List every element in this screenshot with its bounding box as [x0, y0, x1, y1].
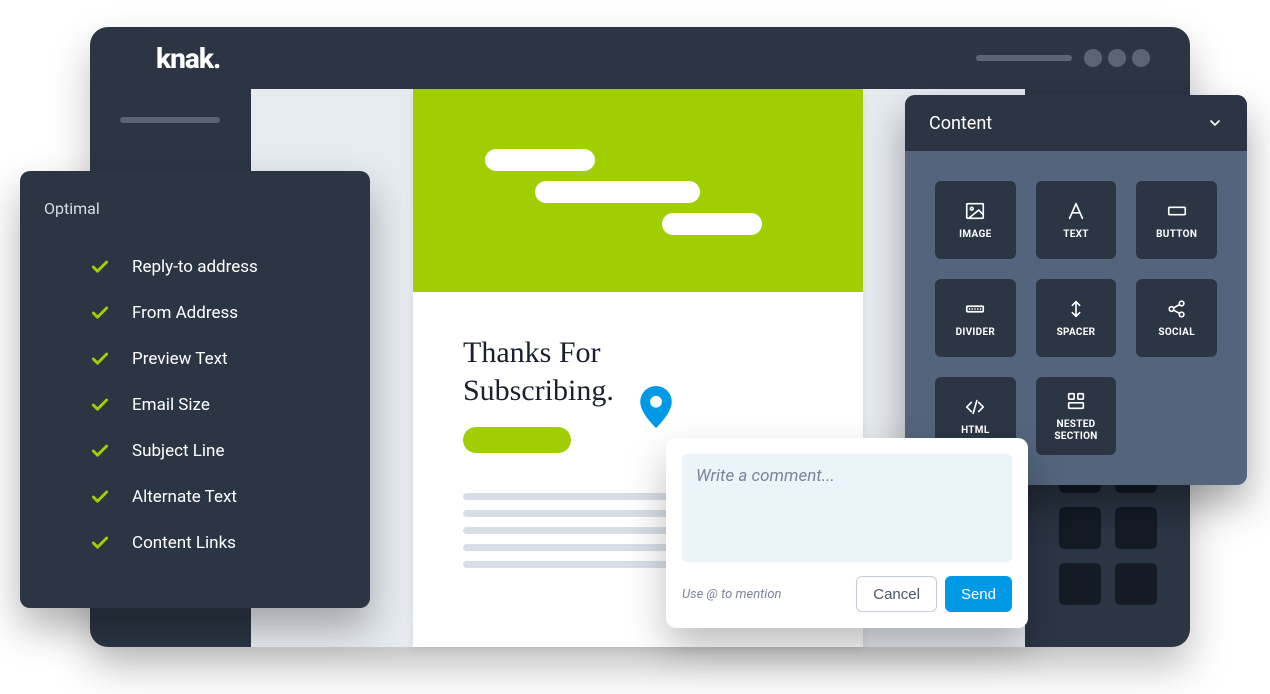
- content-panel: Content IMAGE TEXT BUTTON DIVIDER SPACER…: [905, 95, 1247, 485]
- checklist-label: From Address: [132, 303, 238, 323]
- hero-text-placeholder: [485, 149, 595, 171]
- chevron-down-icon: [1207, 115, 1223, 131]
- tile-label: IMAGE: [959, 229, 991, 241]
- checklist-item-subject-line[interactable]: Subject Line: [44, 428, 350, 474]
- social-icon: [1166, 298, 1188, 320]
- tile-label: SPACER: [1057, 327, 1096, 339]
- builder-box[interactable]: [1115, 507, 1157, 549]
- content-tile-divider[interactable]: DIVIDER: [935, 279, 1016, 357]
- email-hero: [413, 89, 863, 292]
- builder-box[interactable]: [1059, 563, 1101, 605]
- check-icon: [90, 487, 110, 507]
- check-icon: [90, 441, 110, 461]
- checklist-label: Content Links: [132, 533, 236, 553]
- checklist-label: Alternate Text: [132, 487, 237, 507]
- content-tile-spacer[interactable]: SPACER: [1036, 279, 1117, 357]
- check-icon: [90, 257, 110, 277]
- window-dot[interactable]: [1108, 49, 1126, 67]
- header-right: [976, 49, 1150, 67]
- email-heading-line1: Thanks For: [463, 336, 601, 369]
- hero-text-placeholder: [535, 181, 700, 203]
- tile-label: BUTTON: [1156, 229, 1197, 241]
- checklist-item-content-links[interactable]: Content Links: [44, 520, 350, 566]
- content-tile-image[interactable]: IMAGE: [935, 181, 1016, 259]
- builder-box[interactable]: [1115, 563, 1157, 605]
- check-icon: [90, 533, 110, 553]
- window-dot[interactable]: [1132, 49, 1150, 67]
- check-icon: [90, 303, 110, 323]
- comment-pin-icon[interactable]: [640, 386, 672, 428]
- tile-label: SOCIAL: [1158, 327, 1195, 339]
- brand-logo: knak.: [156, 42, 220, 75]
- tile-label: DIVIDER: [956, 327, 996, 339]
- content-tile-nested-section[interactable]: NESTED SECTION: [1036, 377, 1117, 455]
- sidebar-placeholder: [120, 117, 220, 123]
- tile-label: HTML: [961, 425, 989, 437]
- header-placeholder-line: [976, 55, 1072, 61]
- checklist-item-reply-to[interactable]: Reply-to address: [44, 244, 350, 290]
- body-line: [463, 561, 680, 568]
- checklist-item-preview-text[interactable]: Preview Text: [44, 336, 350, 382]
- content-panel-title: Content: [929, 113, 992, 134]
- optimal-panel: Optimal Reply-to address From Address Pr…: [20, 171, 370, 608]
- email-heading[interactable]: Thanks For Subscribing.: [463, 334, 813, 409]
- button-icon: [1166, 200, 1188, 222]
- spacer-icon: [1065, 298, 1087, 320]
- divider-icon: [964, 298, 986, 320]
- checklist-item-from-address[interactable]: From Address: [44, 290, 350, 336]
- checklist-label: Subject Line: [132, 441, 224, 461]
- checklist-item-alternate-text[interactable]: Alternate Text: [44, 474, 350, 520]
- builder-box[interactable]: [1059, 507, 1101, 549]
- header-dots: [1084, 49, 1150, 67]
- tile-label: TEXT: [1063, 229, 1089, 241]
- checklist-label: Preview Text: [132, 349, 228, 369]
- email-heading-line2: Subscribing.: [463, 374, 614, 407]
- content-tile-social[interactable]: SOCIAL: [1136, 279, 1217, 357]
- tile-label: NESTED SECTION: [1054, 419, 1097, 442]
- cancel-button[interactable]: Cancel: [856, 576, 937, 612]
- optimal-title: Optimal: [44, 199, 350, 218]
- content-tile-text[interactable]: TEXT: [1036, 181, 1117, 259]
- window-dot[interactable]: [1084, 49, 1102, 67]
- email-cta-button[interactable]: [463, 427, 571, 453]
- checklist-label: Email Size: [132, 395, 210, 415]
- check-icon: [90, 349, 110, 369]
- nested-section-icon: [1065, 390, 1087, 412]
- comment-popup: Write a comment... Use @ to mention Canc…: [666, 438, 1028, 628]
- comment-footer: Use @ to mention Cancel Send: [682, 576, 1012, 612]
- hero-text-placeholder: [662, 213, 762, 235]
- checklist-label: Reply-to address: [132, 257, 258, 277]
- content-tile-button[interactable]: BUTTON: [1136, 181, 1217, 259]
- checklist-item-email-size[interactable]: Email Size: [44, 382, 350, 428]
- check-icon: [90, 395, 110, 415]
- image-icon: [964, 200, 986, 222]
- app-header: knak.: [90, 27, 1190, 89]
- comment-textarea[interactable]: Write a comment...: [682, 454, 1012, 562]
- text-icon: [1065, 200, 1087, 222]
- mention-hint: Use @ to mention: [682, 587, 782, 602]
- comment-buttons: Cancel Send: [856, 576, 1012, 612]
- content-panel-header[interactable]: Content: [905, 95, 1247, 151]
- send-button[interactable]: Send: [945, 576, 1012, 612]
- content-grid: IMAGE TEXT BUTTON DIVIDER SPACER SOCIAL …: [905, 151, 1247, 485]
- html-icon: [964, 396, 986, 418]
